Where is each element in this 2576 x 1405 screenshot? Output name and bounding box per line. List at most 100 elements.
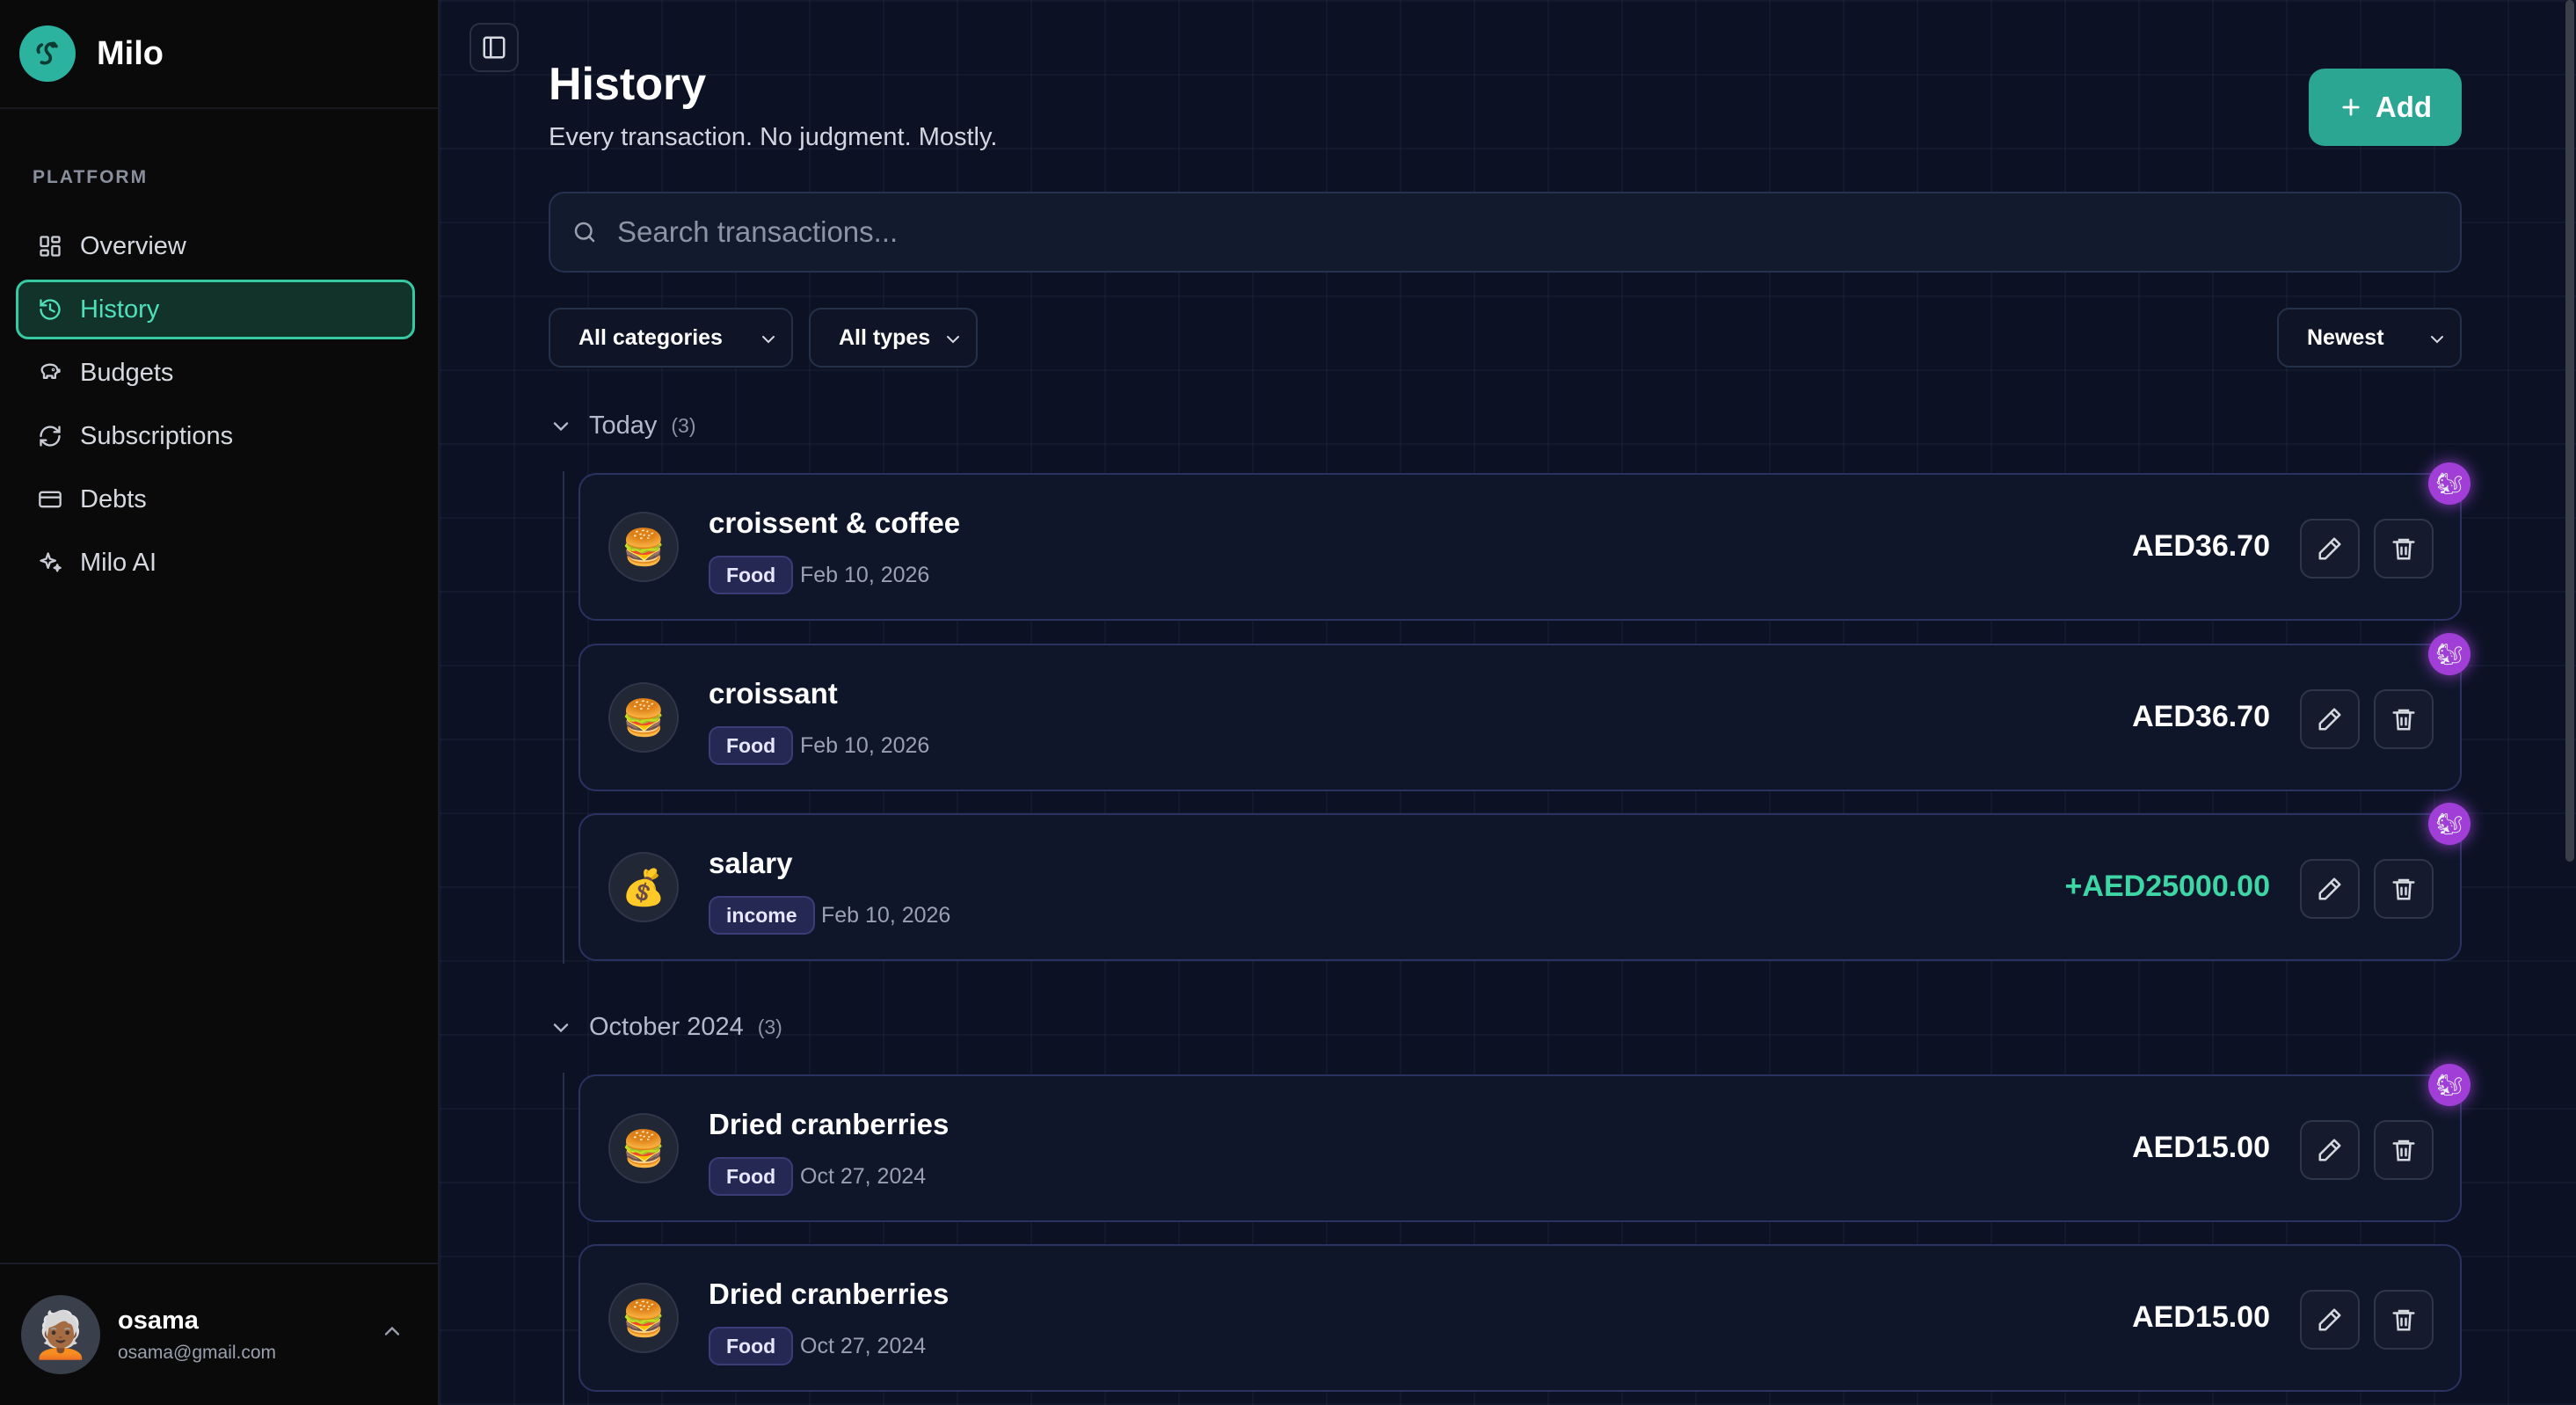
group-connector (563, 471, 564, 964)
burger-icon: 🍔 (608, 1113, 679, 1183)
group-label: October 2024 (589, 1013, 744, 1041)
trash-icon (2392, 1139, 2415, 1161)
category-filter-value: All categories (579, 324, 723, 350)
user-menu[interactable]: 🧑🏾‍🦳 osama osama@gmail.com (0, 1263, 440, 1405)
edit-button[interactable] (2300, 1290, 2360, 1350)
transaction-card[interactable]: 🍔 croissant Food Feb 10, 2026 AED36.70 🐿 (579, 633, 2470, 791)
delete-button[interactable] (2374, 1120, 2434, 1180)
transaction-title: Dried cranberries (709, 1108, 950, 1140)
delete-button[interactable] (2374, 1290, 2434, 1350)
sidebar-toggle-icon (483, 36, 506, 59)
burger-icon: 🍔 (608, 682, 679, 753)
milo-squirrel-icon: 🐿 (2428, 803, 2470, 845)
pencil-icon (2318, 708, 2341, 731)
sidebar: Milo PLATFORM Overview History Budgets S… (0, 0, 440, 1405)
transaction-amount: AED36.70 (2132, 529, 2270, 563)
chevron-down-icon (2427, 329, 2448, 356)
burger-icon: 🍔 (608, 512, 679, 582)
add-button-label: Add (2375, 91, 2433, 123)
trash-icon (2392, 538, 2415, 560)
add-transaction-button[interactable]: Add (2309, 69, 2462, 146)
sort-value: Newest (2307, 324, 2384, 350)
sidebar-item-label: Subscriptions (80, 421, 234, 450)
group-connector (563, 1073, 564, 1405)
delete-button[interactable] (2374, 519, 2434, 579)
search-input[interactable] (617, 215, 2288, 249)
trash-icon (2392, 878, 2415, 900)
group-header-today[interactable]: Today (3) (549, 411, 696, 440)
group-header-october-2024[interactable]: October 2024 (3) (549, 1013, 782, 1042)
category-badge: Food (709, 556, 794, 594)
brand[interactable]: Milo (0, 0, 438, 109)
milo-squirrel-icon: 🐿 (2428, 462, 2470, 505)
history-icon (36, 295, 64, 324)
sidebar-item-budgets[interactable]: Budgets (16, 343, 415, 403)
transaction-amount: +AED25000.00 (2064, 870, 2270, 903)
type-filter-select[interactable]: All types (809, 308, 978, 368)
category-filter-select[interactable]: All categories (549, 308, 793, 368)
sort-select[interactable]: Newest (2277, 308, 2462, 368)
sidebar-item-label: Debts (80, 484, 147, 513)
section-label: PLATFORM (33, 167, 149, 187)
pencil-icon (2318, 1308, 2341, 1331)
transaction-card[interactable]: 🍔 Dried cranberries Food Oct 27, 2024 AE… (579, 1244, 2462, 1392)
transaction-title: salary (709, 847, 793, 879)
dashboard-icon (36, 232, 64, 260)
piggy-bank-icon (36, 359, 64, 387)
search-icon (574, 222, 595, 243)
user-name: osama (118, 1306, 199, 1335)
sidebar-item-label: Milo AI (80, 548, 157, 577)
sidebar-item-overview[interactable]: Overview (16, 216, 415, 276)
chevron-down-icon (942, 329, 964, 356)
group-label: Today (589, 411, 658, 440)
transaction-amount: AED36.70 (2132, 700, 2270, 733)
sparkles-icon (36, 549, 64, 577)
transaction-card[interactable]: 💰 salary income Feb 10, 2026 +AED25000.0… (579, 803, 2470, 961)
transaction-date: Feb 10, 2026 (800, 733, 930, 758)
trash-icon (2392, 709, 2415, 731)
delete-button[interactable] (2374, 689, 2434, 749)
transaction-title: Dried cranberries (709, 1278, 950, 1310)
category-badge: income (709, 896, 815, 935)
edit-button[interactable] (2300, 1120, 2360, 1180)
chevron-down-icon (553, 1023, 569, 1032)
page-title: History (549, 59, 707, 110)
transaction-title: croissant (709, 677, 838, 710)
sidebar-item-subscriptions[interactable]: Subscriptions (16, 406, 415, 466)
burger-icon: 🍔 (608, 1283, 679, 1353)
transaction-date: Feb 10, 2026 (821, 903, 951, 928)
type-filter-value: All types (839, 324, 931, 350)
chevron-down-icon (553, 421, 569, 431)
chevron-up-icon (380, 1319, 404, 1348)
edit-button[interactable] (2300, 519, 2360, 579)
category-badge: Food (709, 1327, 794, 1365)
money-bag-icon: 💰 (608, 852, 679, 922)
refresh-icon (36, 422, 64, 450)
scrollbar[interactable] (2565, 0, 2574, 862)
pencil-icon (2318, 537, 2341, 560)
sidebar-toggle-button[interactable] (469, 23, 519, 72)
milo-squirrel-icon: 🐿 (2428, 633, 2470, 675)
user-email: osama@gmail.com (118, 1342, 277, 1363)
sidebar-item-milo-ai[interactable]: Milo AI (16, 533, 415, 593)
avatar: 🧑🏾‍🦳 (21, 1295, 100, 1374)
milo-squirrel-icon: 🐿 (2428, 1064, 2470, 1106)
transaction-card[interactable]: 🍔 croissent & coffee Food Feb 10, 2026 A… (579, 462, 2470, 621)
transaction-title: croissent & coffee (709, 506, 961, 539)
sidebar-item-history[interactable]: History (16, 280, 415, 339)
chevron-down-icon (758, 329, 779, 356)
transaction-card[interactable]: 🍔 Dried cranberries Food Oct 27, 2024 AE… (579, 1064, 2470, 1222)
category-badge: Food (709, 726, 794, 765)
milo-logo-icon (19, 25, 76, 82)
edit-button[interactable] (2300, 859, 2360, 919)
sidebar-item-debts[interactable]: Debts (16, 470, 415, 529)
pencil-icon (2318, 1139, 2341, 1161)
plus-icon (2342, 98, 2360, 116)
credit-card-icon (36, 485, 64, 513)
edit-button[interactable] (2300, 689, 2360, 749)
sidebar-item-label: History (80, 295, 160, 324)
delete-button[interactable] (2374, 859, 2434, 919)
sidebar-nav: Overview History Budgets Subscriptions D… (16, 216, 415, 596)
search-bar[interactable] (549, 192, 2462, 273)
category-badge: Food (709, 1157, 794, 1196)
